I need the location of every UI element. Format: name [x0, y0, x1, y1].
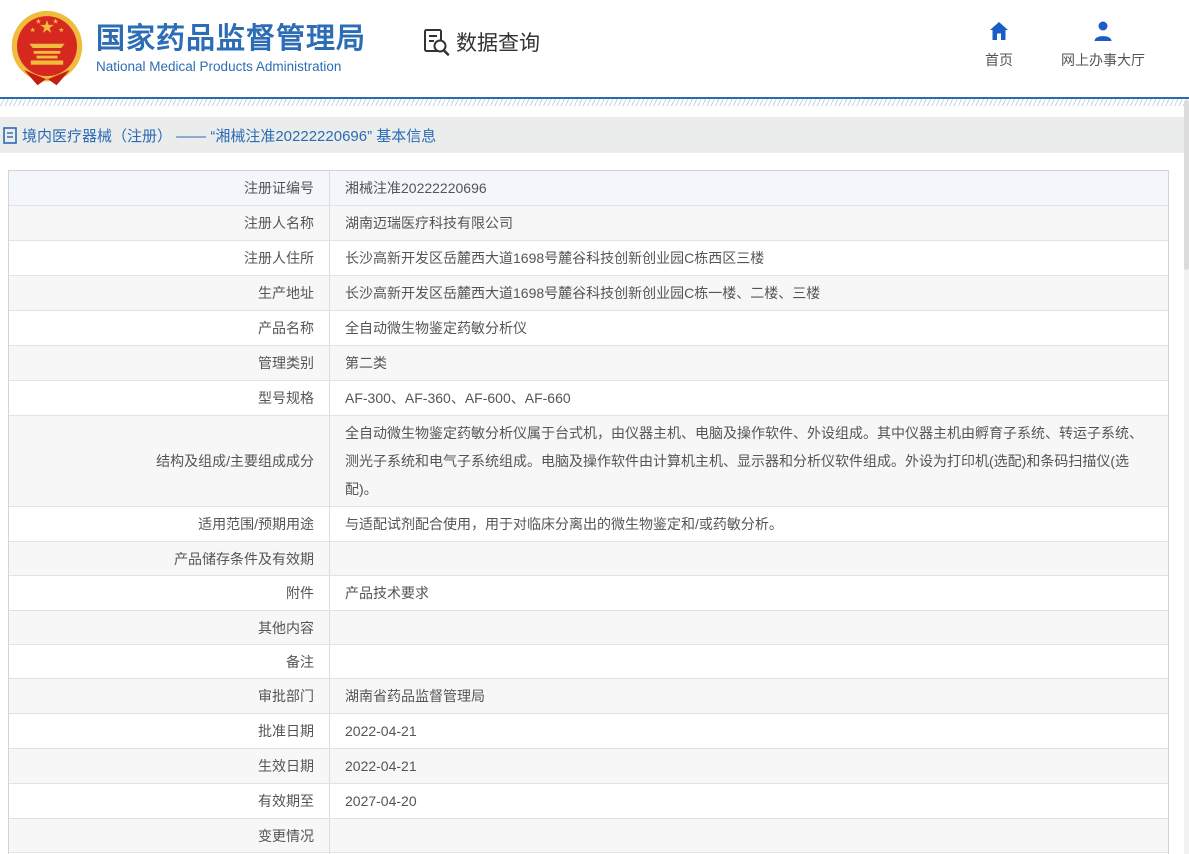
table-row: 注册人名称 湖南迈瑞医疗科技有限公司 [9, 206, 1168, 241]
row-label-text: 批准日期 [258, 723, 314, 739]
nmpa-emblem-logo [11, 10, 83, 85]
data-query-label: 数据查询 [456, 31, 541, 55]
row-label: 生产地址 [9, 276, 330, 310]
row-label: 注册人住所 [9, 241, 330, 275]
row-label-text: 附件 [286, 585, 314, 601]
brand-title: 国家药品监督管理局 [96, 22, 367, 55]
row-value: 2022-04-21 [345, 723, 417, 739]
row-label: 审批部门 [9, 679, 330, 713]
row-label: 注册证编号 [9, 171, 330, 205]
row-value [330, 819, 1168, 852]
nav-service-hall-label: 网上办事大厅 [1061, 52, 1145, 68]
nav-home-label: 首页 [985, 52, 1013, 68]
row-label: 型号规格 [9, 381, 330, 415]
user-icon [1094, 21, 1112, 41]
info-table: 注册证编号 湘械注准20222220696 注册人名称 湖南迈瑞医疗科技有限公司… [8, 170, 1169, 854]
row-label-text: 注册人住所 [244, 250, 314, 266]
row-label-text: 管理类别 [258, 355, 314, 371]
row-label-text: 结构及组成/主要组成成分 [156, 453, 314, 469]
row-value [330, 611, 1168, 644]
document-icon [3, 126, 17, 144]
table-row: 生产地址 长沙高新开发区岳麓西大道1698号麓谷科技创新创业园C栋一楼、二楼、三… [9, 276, 1168, 311]
row-value: 2022-04-21 [345, 758, 417, 774]
row-label-text: 注册人名称 [244, 215, 314, 231]
brand-subtitle: National Medical Products Administration [96, 59, 342, 75]
row-value: 全自动微生物鉴定药敏分析仪 [345, 320, 527, 336]
row-label: 管理类别 [9, 346, 330, 380]
row-label-text: 生效日期 [258, 758, 314, 774]
data-query-icon [424, 28, 450, 56]
scrollbar-thumb[interactable] [1184, 100, 1189, 270]
row-value [330, 542, 1168, 575]
row-label: 其他内容 [9, 611, 330, 644]
top-nav: 首页 网上办事大厅 [985, 19, 1145, 70]
table-row: 审批部门 湖南省药品监督管理局 [9, 679, 1168, 714]
table-row: 批准日期 2022-04-21 [9, 714, 1168, 749]
row-value: 与适配试剂配合使用，用于对临床分离出的微生物鉴定和/或药敏分析。 [345, 516, 783, 532]
row-value: 2027-04-20 [345, 793, 417, 809]
nav-item-service-hall[interactable]: 网上办事大厅 [1061, 19, 1145, 70]
table-row: 备注 [9, 645, 1168, 679]
row-value: 湖南省药品监督管理局 [345, 688, 485, 704]
table-row: 管理类别 第二类 [9, 346, 1168, 381]
row-value: 湖南迈瑞医疗科技有限公司 [345, 215, 513, 231]
row-label-text: 其他内容 [258, 619, 314, 636]
row-value [330, 645, 1168, 678]
row-label-text: 备注 [286, 653, 314, 670]
row-label: 附件 [9, 576, 330, 610]
row-label: 变更情况 [9, 819, 330, 852]
row-label-text: 注册证编号 [244, 180, 314, 196]
row-value: 长沙高新开发区岳麓西大道1698号麓谷科技创新创业园C栋一楼、二楼、三楼 [345, 285, 821, 301]
table-row: 附件 产品技术要求 [9, 576, 1168, 611]
hatch-stripe-band [0, 99, 1189, 106]
row-label-text: 产品名称 [258, 320, 314, 336]
table-row: 其他内容 [9, 611, 1168, 645]
brand-block: 国家药品监督管理局 National Medical Products Admi… [96, 23, 366, 74]
row-label: 生效日期 [9, 749, 330, 783]
row-label: 适用范围/预期用途 [9, 507, 330, 541]
table-row: 型号规格 AF-300、AF-360、AF-600、AF-660 [9, 381, 1168, 416]
row-label-text: 产品储存条件及有效期 [174, 550, 314, 567]
row-value: 长沙高新开发区岳麓西大道1698号麓谷科技创新创业园C栋西区三楼 [345, 250, 765, 266]
row-label: 产品名称 [9, 311, 330, 345]
row-value: 湘械注准20222220696 [345, 180, 487, 196]
data-query-section: 数据查询 [421, 27, 540, 57]
row-label-text: 生产地址 [258, 285, 314, 301]
table-row: 生效日期 2022-04-21 [9, 749, 1168, 784]
row-label: 产品储存条件及有效期 [9, 542, 330, 575]
table-row: 适用范围/预期用途 与适配试剂配合使用，用于对临床分离出的微生物鉴定和/或药敏分… [9, 507, 1168, 542]
row-value: 产品技术要求 [345, 585, 429, 601]
table-row: 注册证编号 湘械注准20222220696 [9, 171, 1168, 206]
row-value: 第二类 [345, 355, 387, 371]
table-row: 注册人住所 长沙高新开发区岳麓西大道1698号麓谷科技创新创业园C栋西区三楼 [9, 241, 1168, 276]
row-label: 注册人名称 [9, 206, 330, 240]
row-label: 批准日期 [9, 714, 330, 748]
row-value: AF-300、AF-360、AF-600、AF-660 [345, 390, 571, 406]
breadcrumb: 境内医疗器械（注册） —— “湘械注准20222220696” 基本信息 [0, 117, 1189, 153]
row-label: 有效期至 [9, 784, 330, 818]
table-row: 产品储存条件及有效期 [9, 542, 1168, 576]
table-row: 结构及组成/主要组成成分 全自动微生物鉴定药敏分析仪属于台式机，由仪器主机、电脑… [9, 416, 1168, 507]
row-label-text: 型号规格 [258, 390, 314, 406]
nav-item-home[interactable]: 首页 [985, 19, 1013, 70]
row-label: 备注 [9, 645, 330, 678]
table-row: 产品名称 全自动微生物鉴定药敏分析仪 [9, 311, 1168, 346]
row-value: 全自动微生物鉴定药敏分析仪属于台式机，由仪器主机、电脑及操作软件、外设组成。其中… [345, 425, 1143, 497]
scrollbar-track[interactable] [1184, 100, 1189, 854]
page-header: 国家药品监督管理局 National Medical Products Admi… [0, 0, 1189, 97]
row-label-text: 审批部门 [258, 688, 314, 704]
row-label-text: 适用范围/预期用途 [198, 516, 314, 532]
breadcrumb-text: 境内医疗器械（注册） —— “湘械注准20222220696” 基本信息 [22, 127, 437, 145]
home-icon [990, 22, 1008, 40]
row-label: 结构及组成/主要组成成分 [9, 416, 330, 506]
row-label-text: 有效期至 [258, 793, 314, 809]
row-label-text: 变更情况 [258, 827, 314, 844]
table-row: 变更情况 [9, 819, 1168, 853]
table-row: 有效期至 2027-04-20 [9, 784, 1168, 819]
